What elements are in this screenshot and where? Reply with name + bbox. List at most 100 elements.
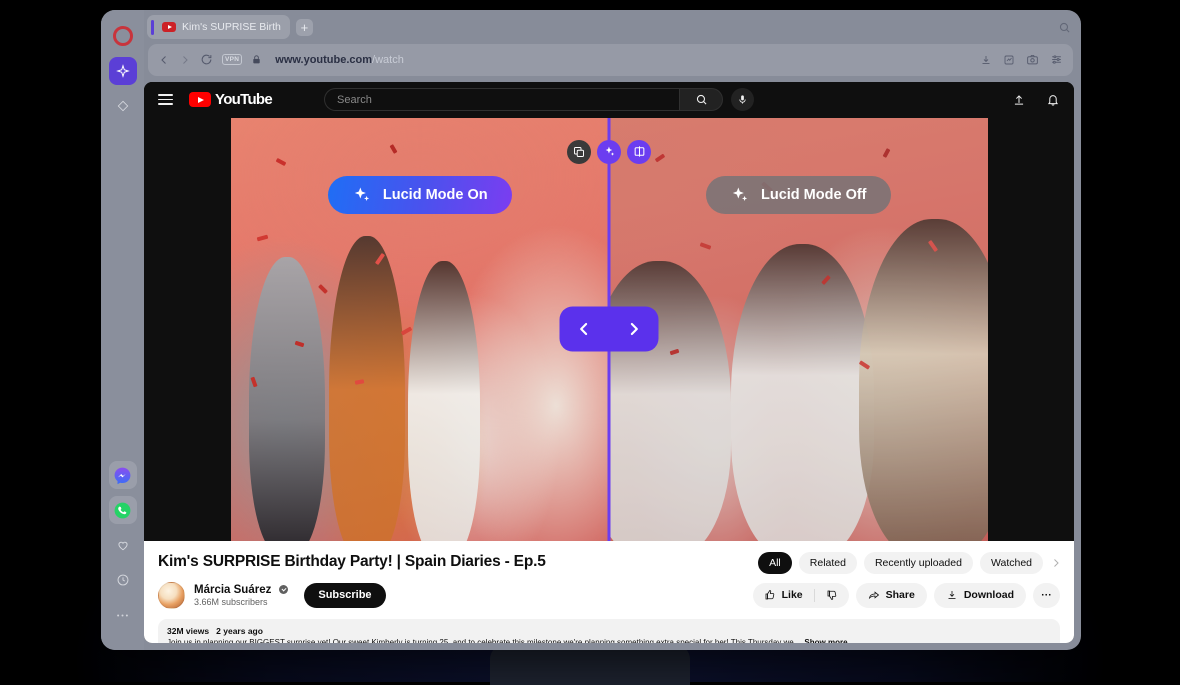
- like-label: Like: [782, 589, 803, 601]
- avatar[interactable]: [158, 582, 185, 609]
- tab-search-icon[interactable]: [1058, 21, 1071, 34]
- upload-icon[interactable]: [1012, 93, 1026, 107]
- compare-image-button[interactable]: [567, 140, 591, 164]
- stage-control-buttons: [567, 140, 651, 164]
- lock-icon[interactable]: [251, 54, 262, 65]
- share-button[interactable]: Share: [856, 583, 927, 608]
- search-placeholder: Search: [337, 94, 372, 106]
- share-label: Share: [886, 589, 915, 601]
- sidebar-item-more[interactable]: [109, 601, 137, 629]
- new-tab-button[interactable]: +: [296, 19, 313, 36]
- sidebar-item-messenger[interactable]: [109, 461, 137, 489]
- download-label: Download: [964, 589, 1014, 601]
- filter-chips-row: All Related Recently uploaded Watched: [758, 552, 1062, 574]
- thumbs-down-icon: [826, 589, 838, 601]
- sparkles-icon: [352, 185, 372, 205]
- show-more-link[interactable]: Show more: [804, 638, 847, 643]
- video-action-buttons: Like: [753, 583, 1060, 608]
- sidebar-item-pinboards[interactable]: [109, 92, 137, 120]
- split-view-button[interactable]: [627, 140, 651, 164]
- hamburger-menu-icon[interactable]: [158, 94, 173, 105]
- sidebar-item-whatsapp[interactable]: [109, 496, 137, 524]
- publish-date: 2 years ago: [216, 626, 263, 636]
- downloads-icon[interactable]: [980, 54, 992, 66]
- filter-chip-all[interactable]: All: [758, 552, 792, 574]
- taskbar-dock[interactable]: [490, 645, 690, 685]
- dislike-button[interactable]: [815, 589, 849, 601]
- more-actions-button[interactable]: ···: [1033, 583, 1060, 608]
- vpn-badge[interactable]: VPN: [222, 54, 242, 65]
- sparkle-diamond-icon: [116, 64, 130, 78]
- address-bar[interactable]: VPN www.youtube.com/watch: [148, 44, 1073, 75]
- whatsapp-icon: [113, 501, 132, 520]
- video-stats: 32M views 2 years ago: [167, 626, 1051, 636]
- url-text[interactable]: www.youtube.com/watch: [275, 54, 971, 66]
- chevron-right-icon: [625, 321, 642, 338]
- opera-logo[interactable]: [109, 22, 137, 50]
- channel-name[interactable]: Márcia Suárez: [194, 584, 271, 596]
- search-submit-button[interactable]: [679, 88, 723, 111]
- download-button[interactable]: Download: [934, 583, 1026, 608]
- url-domain: www.youtube.com: [275, 54, 372, 66]
- back-button[interactable]: [158, 54, 170, 66]
- reload-button[interactable]: [200, 53, 213, 66]
- thumbs-up-icon: [764, 589, 776, 601]
- voice-search-button[interactable]: [731, 88, 754, 111]
- youtube-page: YouTube Search: [144, 82, 1074, 643]
- subscriber-count: 3.66M subscribers: [194, 597, 288, 607]
- lucid-off-label-wrap: Lucid Mode Off: [609, 176, 988, 214]
- browser-main-column: Kim's SUPRISE Birth +: [144, 10, 1081, 650]
- toolbar-right-actions: [980, 53, 1063, 66]
- chevron-left-icon: [576, 321, 593, 338]
- tab-title: Kim's SUPRISE Birth: [182, 21, 281, 33]
- filter-chip-recently-uploaded[interactable]: Recently uploaded: [864, 552, 973, 574]
- chevron-right-icon[interactable]: [1050, 557, 1062, 569]
- opera-browser-window: Kim's SUPRISE Birth +: [101, 10, 1081, 650]
- snapshot-icon[interactable]: [1026, 53, 1039, 66]
- search-input[interactable]: Search: [324, 88, 679, 111]
- sparkles-icon: [730, 185, 750, 205]
- channel-name-row: Márcia Suárez: [194, 584, 288, 596]
- bell-icon[interactable]: [1046, 93, 1060, 107]
- like-dislike-group: Like: [753, 583, 849, 608]
- subscribe-button[interactable]: Subscribe: [304, 583, 385, 608]
- filter-chip-related[interactable]: Related: [799, 552, 857, 574]
- sidebar-item-aria-ai[interactable]: [109, 57, 137, 85]
- sidebar-item-favorites[interactable]: [109, 531, 137, 559]
- lucid-mode-on-button[interactable]: Lucid Mode On: [328, 176, 512, 214]
- youtube-play-icon: [189, 92, 211, 107]
- view-count: 32M views: [167, 626, 209, 636]
- image-compare-icon: [573, 146, 585, 158]
- youtube-header: YouTube Search: [144, 82, 1074, 118]
- browser-tab-active[interactable]: Kim's SUPRISE Birth: [147, 15, 290, 39]
- lucid-mode-off-button[interactable]: Lucid Mode Off: [706, 176, 891, 214]
- description-body: Join us in planning our BIGGEST surprise…: [167, 638, 800, 643]
- filter-chip-watched[interactable]: Watched: [980, 552, 1043, 574]
- opera-logo-icon: [113, 26, 133, 46]
- forward-button[interactable]: [179, 54, 191, 66]
- lucid-toggle-button[interactable]: [597, 140, 621, 164]
- lucid-mode-on-label: Lucid Mode On: [383, 187, 488, 203]
- split-view-icon: [633, 145, 646, 158]
- video-description-box[interactable]: 32M views 2 years ago Join us in plannin…: [158, 619, 1060, 643]
- easy-setup-icon[interactable]: [1050, 53, 1063, 66]
- messenger-icon: [113, 466, 132, 485]
- comparison-slider-handle[interactable]: [560, 307, 659, 352]
- diamond-outline-icon: [116, 99, 130, 113]
- lucid-on-label-wrap: Lucid Mode On: [231, 176, 610, 214]
- clock-icon: [116, 573, 130, 587]
- sidebar-item-history[interactable]: [109, 566, 137, 594]
- channel-info: Márcia Suárez 3.66M subscribers: [194, 584, 288, 607]
- youtube-logo[interactable]: YouTube: [189, 91, 272, 108]
- tab-strip: Kim's SUPRISE Birth +: [144, 10, 1081, 44]
- video-description-text: Join us in planning our BIGGEST surprise…: [167, 638, 1051, 643]
- channel-meta-row: Márcia Suárez 3.66M subscribers Subscrib…: [158, 582, 1060, 609]
- like-button[interactable]: Like: [753, 589, 814, 601]
- sparkles-icon: [603, 145, 616, 158]
- search-icon: [695, 93, 708, 106]
- ellipsis-icon: [115, 608, 130, 623]
- extensions-icon[interactable]: [1003, 54, 1015, 66]
- verified-icon: [279, 585, 288, 594]
- opera-sidebar: [101, 10, 144, 650]
- lucid-mode-comparison-stage[interactable]: Lucid Mode On: [231, 118, 988, 541]
